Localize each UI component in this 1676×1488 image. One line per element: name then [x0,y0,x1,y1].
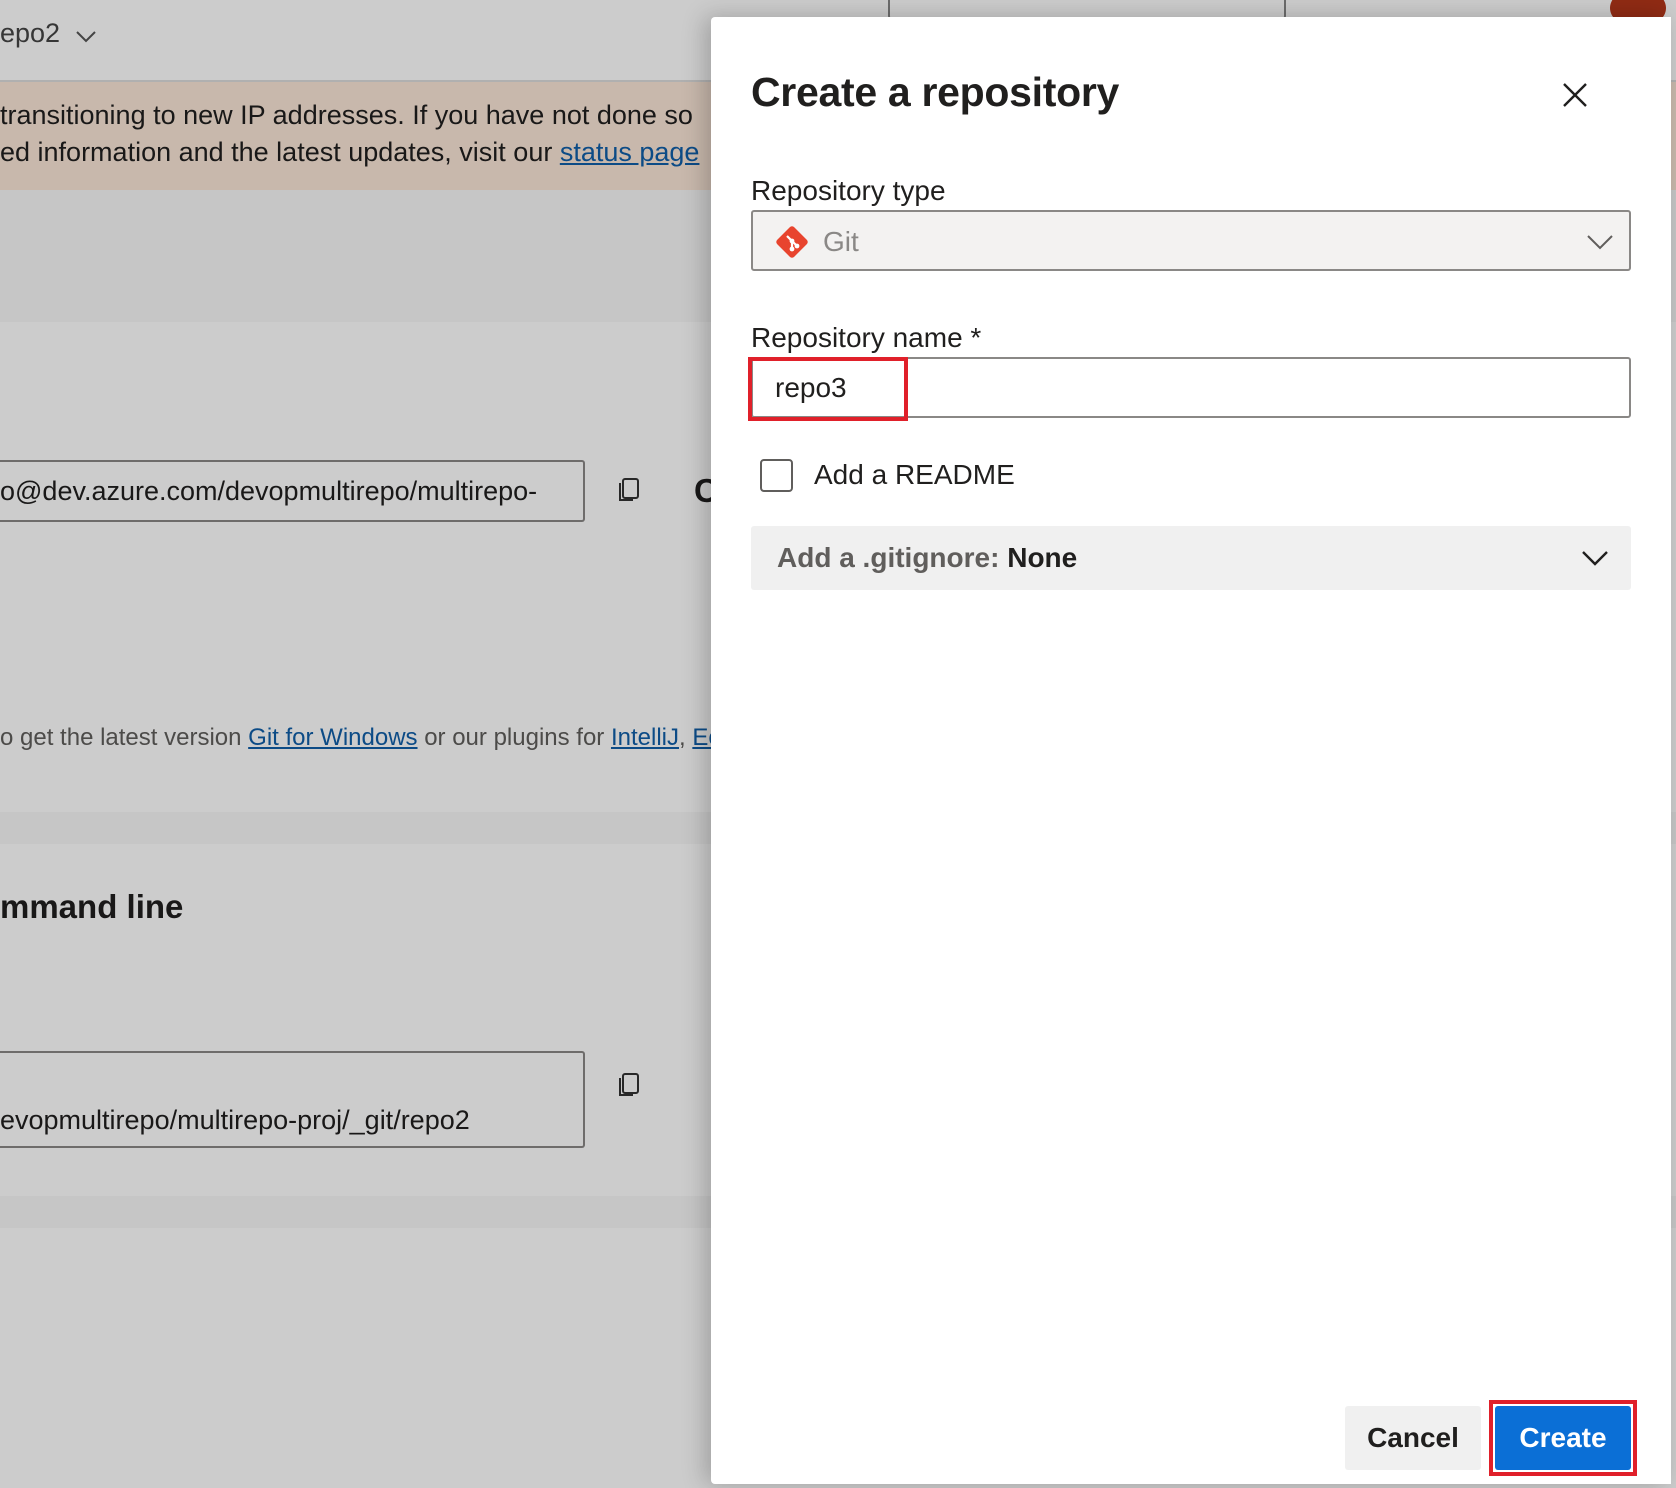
gitignore-value: None [1007,542,1078,573]
chevron-down-icon [1582,551,1608,566]
cancel-button[interactable]: Cancel [1345,1406,1481,1470]
git-icon [776,226,808,258]
repo-name-input[interactable] [775,359,1615,416]
repo-type-value: Git [823,226,859,257]
close-button[interactable] [1549,69,1601,121]
create-button[interactable]: Create [1495,1406,1631,1470]
close-icon [1563,83,1587,107]
repo-type-label: Repository type [751,175,946,206]
repo-name-field[interactable] [751,357,1631,418]
gitignore-label-text: Add a .gitignore: [777,542,1008,573]
add-readme-checkbox[interactable]: Add a README [760,457,1015,493]
chevron-down-icon [1587,235,1613,250]
add-readme-label: Add a README [814,459,1015,490]
create-repository-dialog: Create a repository Repository type Git … [711,17,1671,1484]
dialog-title: Create a repository [751,69,1120,115]
checkbox-box[interactable] [760,458,793,492]
gitignore-label: Add a .gitignore: None [777,542,1077,574]
gitignore-select[interactable]: Add a .gitignore: None [751,526,1631,590]
repo-name-label: Repository name * [751,322,982,353]
repo-type-select[interactable]: Git [751,210,1631,271]
